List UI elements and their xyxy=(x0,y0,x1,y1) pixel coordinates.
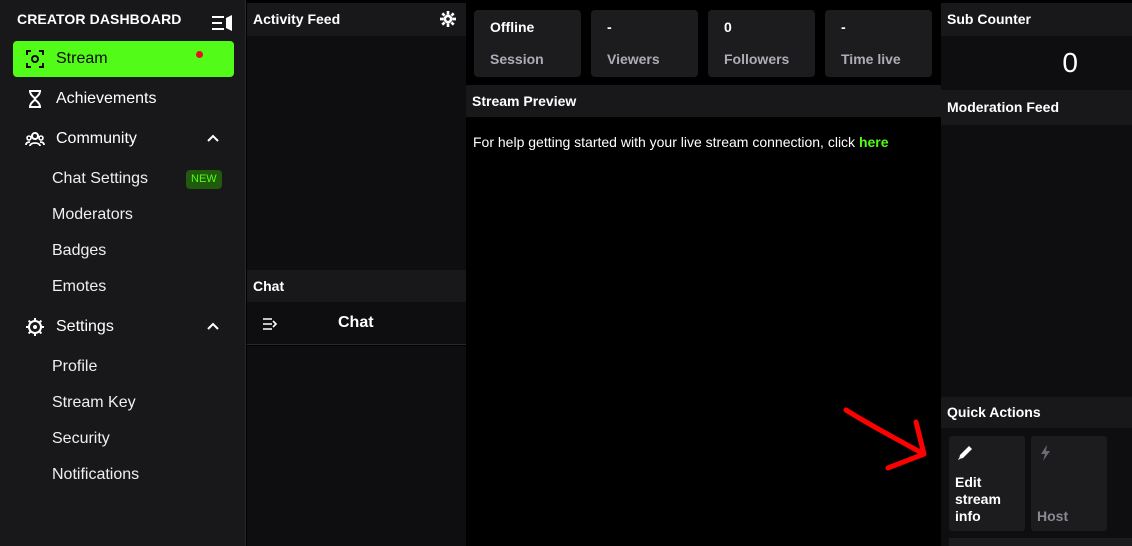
chat-header-title: Chat xyxy=(338,314,374,331)
sidebar-item-label: Settings xyxy=(56,318,114,335)
activity-feed-header: Activity Feed xyxy=(247,3,466,36)
moderation-feed-header: Moderation Feed xyxy=(941,90,1132,125)
sidebar-item-achievements[interactable]: Achievements xyxy=(13,81,234,117)
sidebar-item-community[interactable]: Community xyxy=(13,121,234,157)
quick-action-row xyxy=(949,538,1132,546)
lightning-icon xyxy=(1041,445,1050,461)
stat-time-live: - Time live xyxy=(825,10,932,77)
moderation-feed-title: Moderation Feed xyxy=(947,99,1060,115)
sidebar-item-stream-key[interactable]: Stream Key xyxy=(52,392,136,414)
host-button[interactable]: Host xyxy=(1031,436,1107,531)
chat-body xyxy=(247,346,466,546)
stat-value: - xyxy=(607,19,612,35)
quick-actions-title: Quick Actions xyxy=(947,404,1041,420)
chat-panel-title: Chat xyxy=(253,278,285,294)
sidebar-item-settings[interactable]: Settings xyxy=(13,309,234,345)
stat-label: Time live xyxy=(841,51,901,67)
stat-label: Session xyxy=(490,51,544,67)
gear-icon xyxy=(24,316,46,338)
pencil-icon xyxy=(958,446,972,460)
sub-counter-header: Sub Counter xyxy=(941,3,1132,36)
sidebar-item-chat-settings[interactable]: Chat Settings xyxy=(52,168,148,190)
stat-value: - xyxy=(841,19,846,35)
new-badge: NEW xyxy=(186,170,222,189)
sidebar-item-label: Stream xyxy=(56,50,108,67)
moderation-feed-body xyxy=(941,125,1132,397)
stat-label: Followers xyxy=(724,51,790,67)
sidebar: CREATOR DASHBOARD Stream Achievements Co… xyxy=(0,0,246,546)
sidebar-item-badges[interactable]: Badges xyxy=(52,240,106,262)
collapse-sidebar-icon[interactable] xyxy=(211,14,233,32)
chat-panel-header: Chat xyxy=(247,270,466,302)
edit-stream-info-button[interactable]: Edit stream info xyxy=(949,436,1025,531)
stream-preview-header: Stream Preview xyxy=(466,85,941,117)
help-link[interactable]: here xyxy=(859,134,889,150)
sidebar-item-label: Achievements xyxy=(56,90,157,107)
sidebar-item-stream[interactable]: Stream xyxy=(13,41,234,77)
chat-header: Chat xyxy=(247,302,466,345)
chevron-up-icon[interactable] xyxy=(206,319,220,333)
gear-icon[interactable] xyxy=(440,11,456,27)
stat-followers: 0 Followers xyxy=(708,10,815,77)
host-label: Host xyxy=(1037,508,1069,524)
edit-stream-info-label: Edit stream info xyxy=(955,474,1001,524)
help-text: For help getting started with your live … xyxy=(473,134,859,150)
stat-session: Offline Session xyxy=(474,10,581,77)
sub-counter-body: 0 xyxy=(941,36,1132,90)
stat-value: 0 xyxy=(724,19,732,35)
sidebar-item-moderators[interactable]: Moderators xyxy=(52,204,133,226)
sub-counter-title: Sub Counter xyxy=(947,11,1031,27)
hourglass-icon xyxy=(24,88,46,110)
stat-value: Offline xyxy=(490,19,535,35)
stream-preview-title: Stream Preview xyxy=(472,93,577,109)
community-icon xyxy=(24,128,46,150)
dashboard-title: CREATOR DASHBOARD xyxy=(17,11,182,27)
annotation-arrow-icon xyxy=(843,407,927,471)
stream-icon xyxy=(24,48,46,70)
sidebar-item-notifications[interactable]: Notifications xyxy=(52,464,139,486)
stat-viewers: - Viewers xyxy=(591,10,698,77)
sidebar-item-label: Community xyxy=(56,130,137,147)
chevron-up-icon[interactable] xyxy=(206,131,220,145)
quick-actions-header: Quick Actions xyxy=(941,397,1132,428)
collapse-chat-icon[interactable] xyxy=(262,317,278,331)
activity-feed-title: Activity Feed xyxy=(253,11,341,27)
stream-help-text: For help getting started with your live … xyxy=(473,134,889,150)
sidebar-item-emotes[interactable]: Emotes xyxy=(52,276,106,298)
live-status-dot xyxy=(196,51,203,58)
sidebar-item-security[interactable]: Security xyxy=(52,428,110,450)
stat-label: Viewers xyxy=(607,51,660,67)
activity-feed-body xyxy=(247,36,466,270)
sub-counter-value: 0 xyxy=(1062,47,1078,78)
sidebar-item-profile[interactable]: Profile xyxy=(52,356,97,378)
